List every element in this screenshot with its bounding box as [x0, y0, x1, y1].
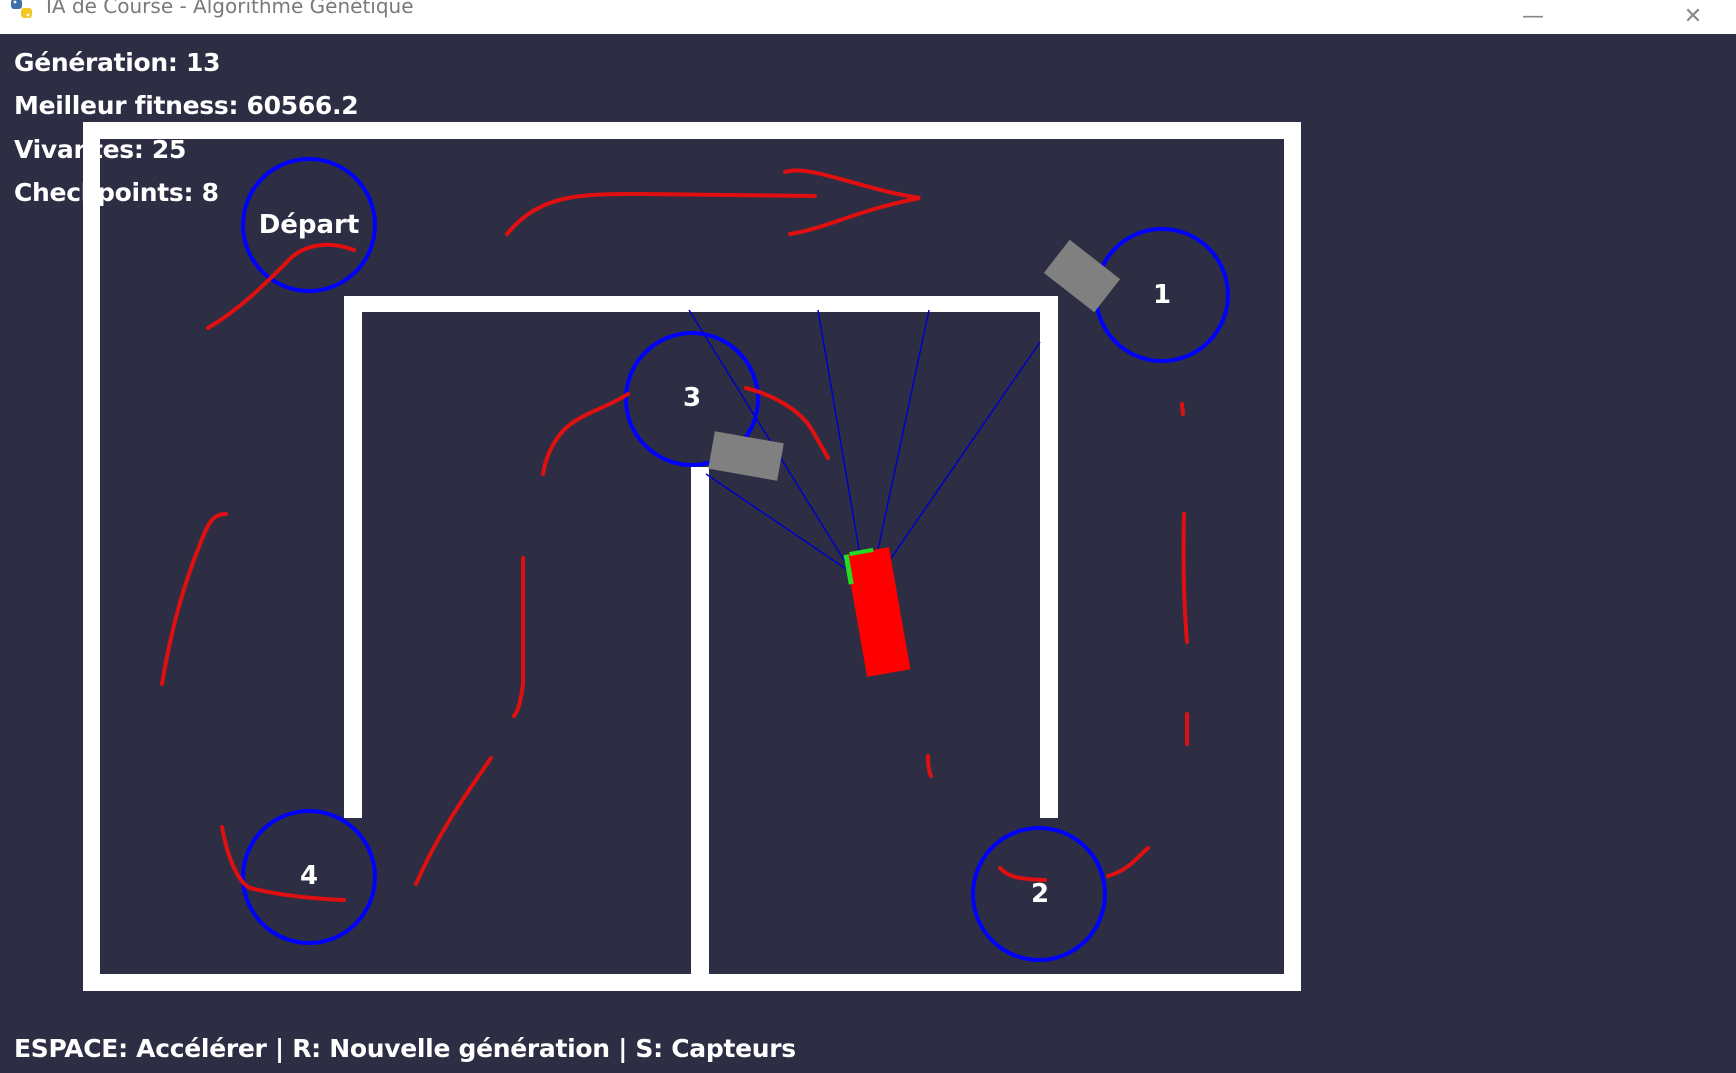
- track-walls: [83, 122, 1301, 991]
- title-bar: IA de Course - Algorithme Génétique — ✕: [0, 0, 1736, 35]
- best-fitness-readout: Meilleur fitness: 60566.2: [14, 91, 359, 120]
- sensor-ray: [874, 309, 930, 565]
- annotation-stroke: [414, 756, 493, 886]
- alive-count-readout: Vivantes: 25: [14, 135, 187, 164]
- annotation-arrow-head: [783, 168, 921, 236]
- car-gray: [708, 431, 784, 481]
- outer-wall-top: [83, 122, 1301, 139]
- annotation-stroke: [541, 392, 630, 476]
- sensor-ray: [884, 341, 1041, 568]
- checkpoint-start-label: Départ: [258, 210, 360, 240]
- annotation-arrow-shaft: [505, 191, 817, 236]
- checkpoint-3-label: 3: [682, 383, 702, 413]
- annotation-strokes: [160, 168, 1189, 902]
- best-car: [843, 547, 911, 677]
- generation-counter: Génération: 13: [14, 48, 221, 77]
- annotation-stroke: [926, 754, 933, 778]
- inner-wall-right: [1040, 296, 1058, 818]
- annotation-stroke: [1180, 402, 1185, 416]
- inner-wall-top: [344, 296, 1058, 312]
- checkpoint-1-label: 1: [1152, 280, 1172, 310]
- inner-wall-left: [344, 296, 362, 818]
- center-divider-wall: [691, 467, 709, 976]
- python-snake-icon: [11, 0, 32, 18]
- game-canvas[interactable]: Départ 1 2 3 4 Génération: 13 Meilleur f…: [0, 34, 1736, 1073]
- outer-wall-right: [1284, 122, 1301, 991]
- outer-wall-left: [83, 122, 100, 991]
- sensor-ray: [705, 473, 853, 574]
- annotation-stroke: [512, 556, 526, 718]
- controls-help-text: ESPACE: Accélérer | R: Nouvelle générati…: [14, 1034, 796, 1063]
- window-title: IA de Course - Algorithme Génétique: [46, 0, 414, 18]
- checkpoint-2-label: 2: [1030, 879, 1050, 909]
- close-button[interactable]: ✕: [1665, 0, 1721, 32]
- outer-wall-bottom: [83, 974, 1301, 991]
- annotation-stroke: [160, 512, 228, 686]
- annotation-stroke: [1181, 512, 1189, 644]
- minimize-button[interactable]: —: [1505, 0, 1561, 32]
- race-scene: [83, 122, 1301, 991]
- annotation-stroke: [1106, 846, 1150, 878]
- annotation-stroke: [220, 825, 346, 902]
- app-window: IA de Course - Algorithme Génétique — ✕: [0, 0, 1736, 1073]
- checkpoints-readout: Checkpoints: 8: [14, 178, 219, 207]
- checkpoint-4-label: 4: [299, 861, 319, 891]
